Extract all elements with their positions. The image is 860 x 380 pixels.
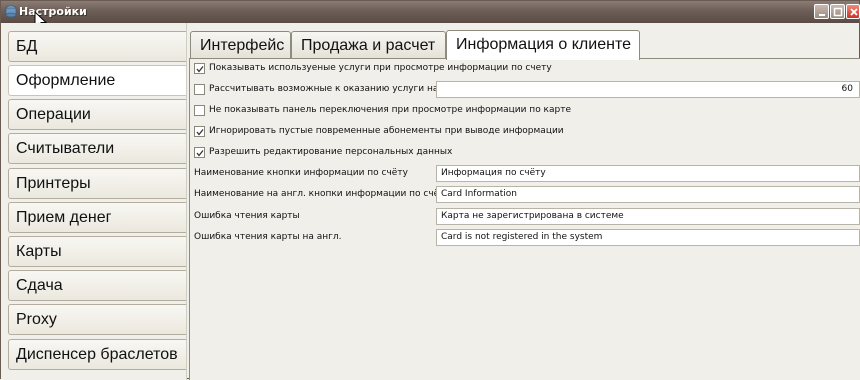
option-label: Разрешить редактирование персональных да… <box>209 147 453 157</box>
sidebar-item-label: Принтеры <box>16 175 91 192</box>
sidebar-item-proxy[interactable]: Proxy <box>8 304 186 335</box>
info-button-name-en-input[interactable]: Card Information <box>436 186 860 203</box>
sidebar-item-label: Оформление <box>16 72 116 89</box>
sidebar-item-db[interactable]: БД <box>8 31 186 62</box>
tab-interface[interactable]: Интерфейс <box>190 31 291 59</box>
sidebar-item-cards[interactable]: Карты <box>8 236 186 267</box>
option-label: Рассчитывать возможные к оказанию услуги… <box>209 84 439 94</box>
sidebar-item-appearance[interactable]: Оформление <box>8 65 186 96</box>
minimize-button[interactable] <box>814 4 829 19</box>
tab-label: Информация о клиенте <box>456 36 631 53</box>
settings-window: Настройки БД Оформление Операции Считыва… <box>0 0 860 380</box>
sidebar-item-label: Диспенсер браслетов <box>16 346 178 363</box>
client-info-panel: Показывать используеные услуги при просм… <box>189 58 860 380</box>
checkmark-icon <box>196 150 204 157</box>
checkmark-icon <box>196 66 204 73</box>
tab-label: Интерфейс <box>200 37 285 54</box>
checkbox[interactable] <box>194 63 205 74</box>
sidebar-item-label: Сдача <box>16 277 63 294</box>
close-icon <box>850 8 858 16</box>
sidebar-item-readers[interactable]: Считыватели <box>8 133 186 164</box>
calc-services-value-input[interactable]: 60 <box>436 81 860 98</box>
sidebar-item-printers[interactable]: Принтеры <box>8 168 186 199</box>
tab-label: Продажа и расчет <box>301 37 436 54</box>
tab-client-info[interactable]: Информация о клиенте <box>446 30 640 60</box>
option-label: Игнорировать пустые повременные абонемен… <box>209 126 564 136</box>
sidebar-item-label: БД <box>16 38 38 55</box>
sidebar-item-change[interactable]: Сдача <box>8 270 186 301</box>
checkbox[interactable] <box>194 105 205 116</box>
checkbox[interactable] <box>194 84 205 95</box>
sidebar-item-label: Считыватели <box>16 140 115 157</box>
app-icon <box>5 5 17 18</box>
card-read-error-en-input[interactable]: Card is not registered in the system <box>436 229 860 246</box>
sidebar-item-money-intake[interactable]: Прием денег <box>8 202 186 233</box>
checkmark-icon <box>196 129 204 136</box>
close-button[interactable] <box>846 4 860 19</box>
settings-sidebar: БД Оформление Операции Считыватели Принт… <box>1 23 187 380</box>
card-read-error-input[interactable]: Карта не зарегистрирована в системе <box>436 208 860 225</box>
card-read-error-label: Ошибка чтения карты <box>194 211 300 221</box>
maximize-button[interactable] <box>830 4 845 19</box>
card-read-error-en-label: Ошибка чтения карты на англ. <box>194 232 342 242</box>
sidebar-item-label: Прием денег <box>16 209 112 226</box>
sidebar-item-label: Операции <box>16 106 91 123</box>
checkbox[interactable] <box>194 126 205 137</box>
sidebar-item-label: Карты <box>16 243 62 260</box>
sidebar-item-operations[interactable]: Операции <box>8 99 186 130</box>
title-bar[interactable]: Настройки <box>1 1 860 23</box>
maximize-icon <box>833 7 843 17</box>
checkbox[interactable] <box>194 147 205 158</box>
info-button-name-label: Наименование кнопки информации по счёту <box>194 168 408 178</box>
minimize-icon <box>819 14 825 16</box>
window-title: Настройки <box>19 5 87 18</box>
sidebar-item-bracelet-dispenser[interactable]: Диспенсер браслетов <box>8 339 186 370</box>
option-label: Показывать используеные услуги при просм… <box>209 63 552 73</box>
settings-content: Интерфейс Продажа и расчет Информация о … <box>187 23 860 380</box>
info-button-name-en-label: Наименование на англ. кнопки информации … <box>194 189 450 199</box>
tab-sales-and-payment[interactable]: Продажа и расчет <box>291 31 446 59</box>
sidebar-item-label: Proxy <box>16 311 57 328</box>
info-button-name-input[interactable]: Информация по счёту <box>436 165 860 182</box>
option-label: Не показывать панель переключения при пр… <box>209 105 572 115</box>
